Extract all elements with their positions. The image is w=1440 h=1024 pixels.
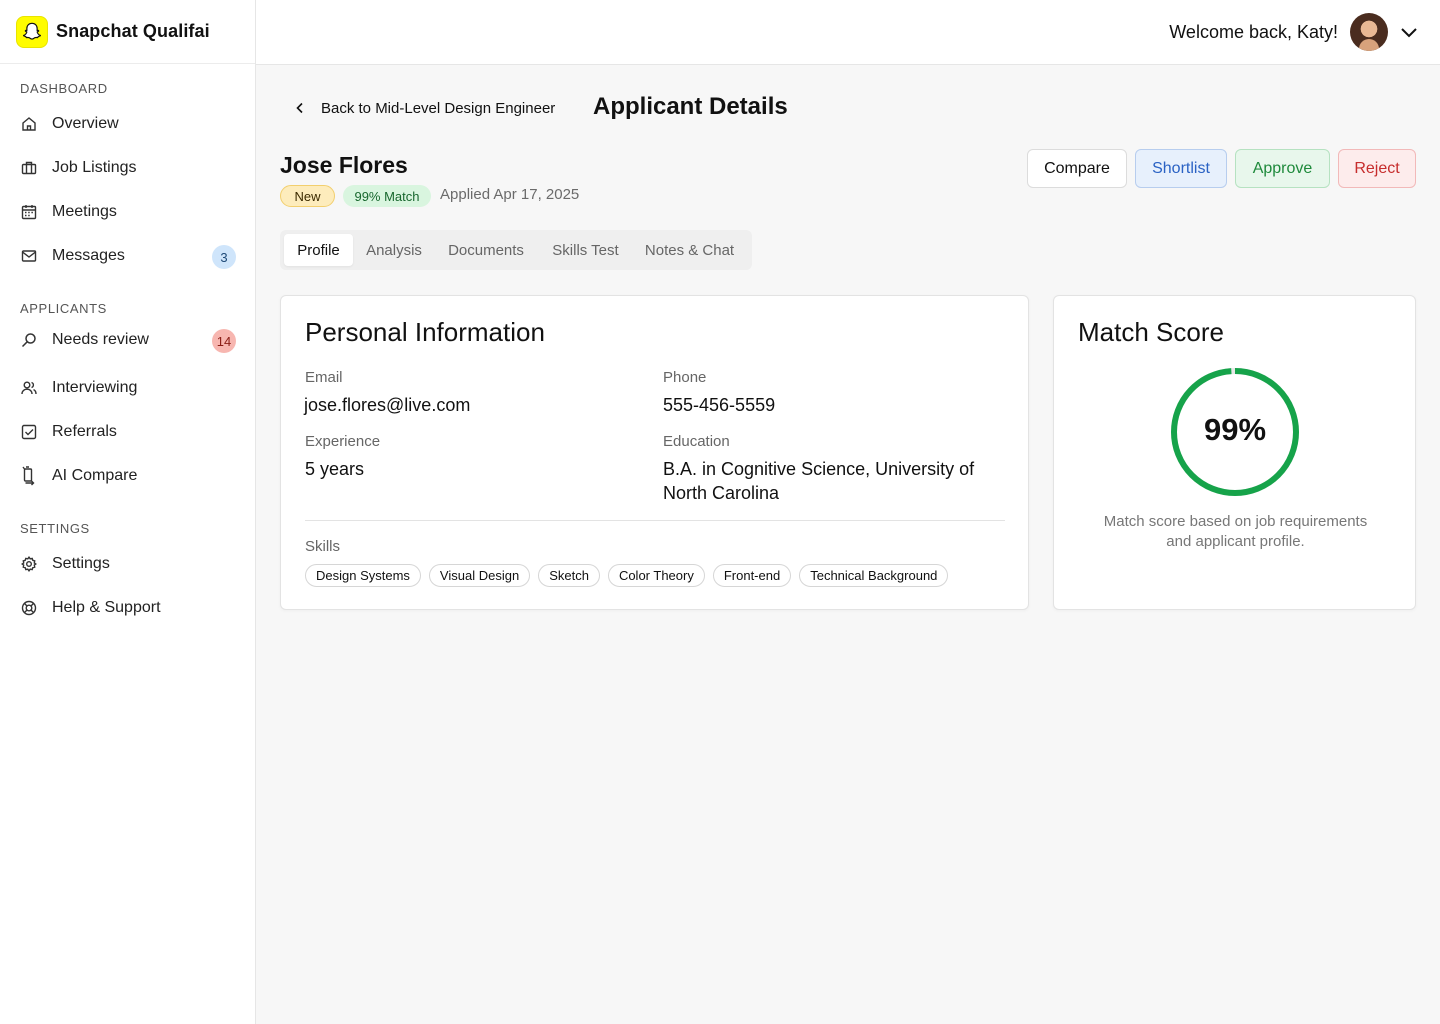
reject-button[interactable]: Reject xyxy=(1338,149,1416,188)
brand[interactable]: Snapchat Qualifai xyxy=(0,0,255,64)
mail-icon xyxy=(20,247,38,265)
home-icon xyxy=(20,115,38,133)
chevron-down-icon[interactable] xyxy=(1399,22,1419,42)
education-value-line1: B.A. in Cognitive Science, University of xyxy=(663,459,975,479)
compare-button[interactable]: Compare xyxy=(1027,149,1127,188)
sidebar-item-label: Help & Support xyxy=(52,599,161,616)
skill-tag: Design Systems xyxy=(305,564,421,587)
sidebar-item-label: Overview xyxy=(52,115,119,132)
email-value: jose.flores@live.com xyxy=(304,395,471,415)
skills-list: Design Systems Visual Design Sketch Colo… xyxy=(305,564,949,587)
search-icon xyxy=(20,331,38,349)
needs-review-count-badge: 14 xyxy=(212,329,236,353)
top-bar: Welcome back, Katy! xyxy=(256,0,1440,65)
users-icon xyxy=(20,379,38,397)
shortlist-button[interactable]: Shortlist xyxy=(1135,149,1227,188)
messages-count-badge: 3 xyxy=(212,245,236,269)
snapchat-ghost-icon xyxy=(16,15,48,48)
section-label-applicants: APPLICANTS xyxy=(20,301,107,316)
page-title: Applicant Details xyxy=(593,93,788,120)
experience-label: Experience xyxy=(305,433,381,450)
skill-tag: Color Theory xyxy=(607,564,705,587)
back-link-label: Back to Mid-Level Design Engineer xyxy=(321,99,556,117)
match-score-caption: Match score based on job requirements an… xyxy=(1103,513,1368,550)
section-label-settings: SETTINGS xyxy=(20,521,90,536)
match-score-value: 99% xyxy=(1203,412,1267,447)
sidebar-item-label: Job Listings xyxy=(52,159,137,176)
sidebar-item-label: Messages xyxy=(52,247,125,264)
sidebar-item-referrals[interactable]: Referrals xyxy=(20,418,236,446)
section-label-dashboard: DASHBOARD xyxy=(20,81,108,96)
sidebar-item-settings[interactable]: Settings xyxy=(20,550,236,578)
avatar[interactable] xyxy=(1350,13,1388,51)
calendar-icon xyxy=(20,203,38,221)
lifebuoy-icon xyxy=(20,599,38,617)
phone-value: 555-456-5559 xyxy=(663,395,776,415)
sidebar-item-label: Referrals xyxy=(52,423,117,440)
tab-notes-chat[interactable]: Notes & Chat xyxy=(634,234,745,266)
applicant-name: Jose Flores xyxy=(280,152,408,178)
sidebar-item-label: Needs review xyxy=(52,331,149,348)
sidebar-item-label: AI Compare xyxy=(52,467,138,484)
skill-tag: Visual Design xyxy=(428,564,531,587)
sidebar-item-overview[interactable]: Overview xyxy=(20,110,236,138)
personal-information-card: Personal Information Email jose.flores@l… xyxy=(280,295,1029,610)
chevron-left-icon xyxy=(292,100,308,116)
applied-date: Applied Apr 17, 2025 xyxy=(440,186,580,203)
sidebar-item-messages[interactable]: Messages 3 xyxy=(20,242,236,270)
card-title: Match Score xyxy=(1078,317,1224,347)
gear-icon xyxy=(20,555,38,573)
sidebar-item-needs-review[interactable]: Needs review 14 xyxy=(20,326,236,354)
briefcase-icon xyxy=(20,159,38,177)
email-label: Email xyxy=(305,369,343,386)
sidebar-item-interviewing[interactable]: Interviewing xyxy=(20,374,236,402)
skill-tag: Technical Background xyxy=(799,564,949,587)
sidebar: Snapchat Qualifai DASHBOARD Overview Job… xyxy=(0,0,256,1024)
sidebar-item-label: Settings xyxy=(52,555,110,572)
education-value-line2: North Carolina xyxy=(663,483,780,503)
status-badge: New xyxy=(280,185,335,207)
tab-analysis[interactable]: Analysis xyxy=(357,234,431,266)
sidebar-item-meetings[interactable]: Meetings xyxy=(20,198,236,226)
compare-icon xyxy=(20,466,38,486)
brand-name: Snapchat Qualifai xyxy=(56,21,210,41)
experience-value: 5 years xyxy=(305,459,365,479)
sidebar-item-label: Interviewing xyxy=(52,379,138,396)
divider xyxy=(305,520,1005,521)
skill-tag: Front-end xyxy=(712,564,792,587)
approve-button[interactable]: Approve xyxy=(1235,149,1330,188)
skill-tag: Sketch xyxy=(538,564,600,587)
match-score-card: Match Score 99% Match score based on job… xyxy=(1053,295,1416,610)
back-link[interactable]: Back to Mid-Level Design Engineer xyxy=(292,96,555,120)
sidebar-item-job-listings[interactable]: Job Listings xyxy=(20,154,236,182)
sidebar-item-ai-compare[interactable]: AI Compare xyxy=(20,462,236,490)
checkbox-icon xyxy=(20,423,38,441)
tab-documents[interactable]: Documents xyxy=(435,234,537,266)
education-label: Education xyxy=(663,433,730,450)
welcome-message: Welcome back, Katy! xyxy=(1169,22,1338,42)
match-badge: 99% Match xyxy=(343,185,431,207)
card-title: Personal Information xyxy=(305,317,545,347)
skills-label: Skills xyxy=(305,538,341,555)
phone-label: Phone xyxy=(663,369,707,386)
sidebar-item-help-support[interactable]: Help & Support xyxy=(20,594,236,622)
sidebar-item-label: Meetings xyxy=(52,203,117,220)
applicant-tabs: Profile Analysis Documents Skills Test N… xyxy=(280,230,752,270)
tab-profile[interactable]: Profile xyxy=(284,234,353,266)
tab-skills-test[interactable]: Skills Test xyxy=(541,234,630,266)
